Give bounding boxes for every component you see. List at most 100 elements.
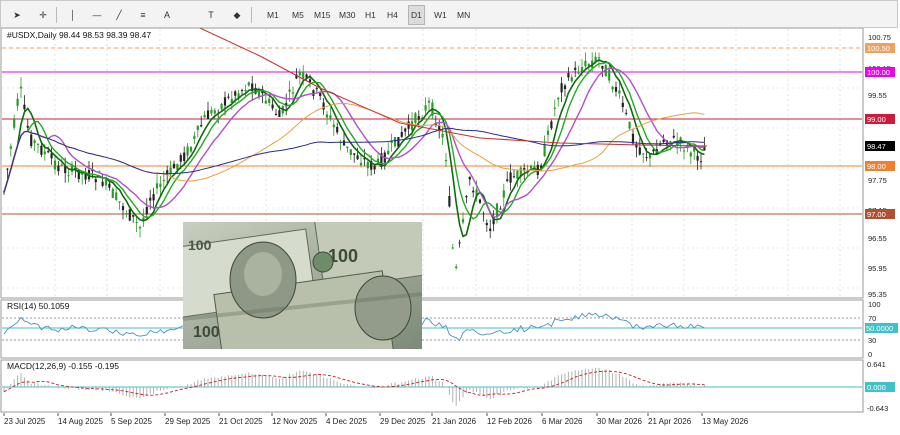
svg-text:100: 100	[193, 324, 220, 341]
horizontal-line-icon[interactable]: —	[87, 5, 107, 25]
timeframe-h1[interactable]: H1	[363, 5, 378, 25]
timeframe-h4[interactable]: H4	[385, 5, 400, 25]
main-panel-frame	[0, 27, 864, 299]
candle-body	[101, 181, 104, 186]
vertical-line-icon[interactable]: │	[63, 5, 83, 25]
candle-body	[325, 114, 329, 118]
candle-body	[200, 124, 203, 127]
crosshair-icon[interactable]: ✛	[33, 5, 53, 25]
price-axis-label: 96.55	[868, 234, 887, 243]
rsi-axis-label: 70	[868, 314, 876, 323]
candle-body	[26, 125, 29, 128]
candle-body	[16, 98, 19, 106]
candle-body	[404, 128, 407, 132]
candle-body	[482, 213, 485, 215]
candle-body	[60, 164, 63, 166]
fibonacci-icon[interactable]: ≡	[133, 5, 153, 25]
time-axis-label: 21 Jan 2026	[432, 417, 477, 426]
text-label-icon[interactable]: T	[201, 5, 221, 25]
cursor-icon[interactable]: ➤	[7, 5, 27, 25]
candle-body	[332, 124, 335, 128]
price-level-label: 100.00	[867, 68, 890, 77]
candle-body	[502, 190, 505, 198]
candle-body	[553, 107, 556, 109]
price-level-label: 100.50	[867, 44, 890, 53]
time-axis-label: 30 Mar 2026	[597, 417, 642, 426]
candle-body	[47, 151, 50, 153]
candle-body	[696, 155, 699, 161]
candle-body	[315, 88, 318, 90]
time-axis-label: 12 Nov 2025	[272, 417, 318, 426]
macd-axis-label: 0.641	[867, 360, 886, 369]
candle-body	[159, 183, 162, 188]
candle-body	[557, 97, 560, 100]
candle-body	[645, 157, 648, 159]
timeframe-m1[interactable]: M1	[265, 5, 281, 25]
price-axis-label: 95.95	[868, 264, 887, 273]
candle-body	[172, 163, 176, 169]
time-axis-label: 23 Jul 2025	[4, 417, 46, 426]
candle-body	[118, 201, 121, 203]
candle-body	[489, 228, 492, 232]
timeframe-w1[interactable]: W1	[432, 5, 449, 25]
timeframe-d1[interactable]: D1	[408, 5, 425, 25]
candle-body	[567, 72, 570, 78]
trendline-icon[interactable]: ╱	[109, 5, 129, 25]
candle-body	[550, 121, 553, 129]
candle-body	[543, 143, 546, 157]
candle-body	[461, 219, 465, 223]
candle-body	[302, 72, 305, 79]
candle-body	[6, 168, 9, 170]
main-chart-header: #USDX,Daily 98.44 98.53 98.39 98.47	[7, 30, 151, 40]
candle-body	[149, 197, 152, 201]
candle-body	[414, 113, 417, 123]
candle-body	[570, 77, 573, 82]
candle-body	[179, 155, 182, 162]
candle-body	[699, 161, 703, 163]
candle-body	[135, 222, 138, 224]
candle-body	[23, 104, 26, 110]
price-axis-label: 99.55	[868, 91, 887, 100]
candle-body	[94, 179, 97, 183]
chart-area[interactable]: 100.75100.50100.15100.0099.5599.0098.479…	[0, 27, 900, 433]
candle-body	[274, 113, 278, 115]
candle-body	[108, 183, 111, 188]
candle-body	[455, 266, 458, 269]
price-axis-label: 95.35	[868, 290, 887, 299]
candle-body	[417, 116, 420, 120]
candle-body	[183, 152, 186, 161]
candle-body	[268, 98, 271, 104]
shapes-icon[interactable]: ◆	[227, 5, 247, 25]
candle-body	[206, 110, 210, 119]
candle-body	[138, 226, 142, 229]
candle-body	[506, 179, 509, 181]
timeframe-m5[interactable]: M5	[290, 5, 306, 25]
candle-body	[244, 89, 247, 92]
candle-body	[546, 130, 550, 135]
candle-body	[196, 125, 199, 131]
candle-body	[223, 97, 227, 106]
toolbar-separator	[56, 7, 57, 23]
timeframe-m15[interactable]: M15	[312, 5, 333, 25]
candle-body	[353, 153, 356, 155]
timeframe-m30[interactable]: M30	[337, 5, 358, 25]
timeframe-mn[interactable]: MN	[455, 5, 472, 25]
candle-body	[393, 137, 397, 147]
price-chart-svg[interactable]: 100.75100.50100.15100.0099.5599.0098.479…	[0, 27, 900, 433]
candle-body	[472, 190, 475, 193]
candle-body	[444, 159, 448, 162]
candle-body	[465, 195, 468, 198]
candle-body	[441, 133, 444, 138]
candle-body	[203, 114, 206, 118]
candle-body	[9, 146, 12, 149]
candle-body	[291, 92, 295, 94]
candle-body	[298, 71, 301, 76]
macd-axis-label: -0.643	[867, 404, 888, 413]
time-axis-label: 21 Apr 2026	[648, 417, 692, 426]
time-axis-label: 6 Mar 2026	[542, 417, 583, 426]
candle-body	[499, 208, 502, 210]
text-icon[interactable]: A	[157, 5, 177, 25]
candle-body	[104, 179, 108, 186]
candle-body	[322, 102, 325, 110]
candle-body	[618, 90, 621, 94]
